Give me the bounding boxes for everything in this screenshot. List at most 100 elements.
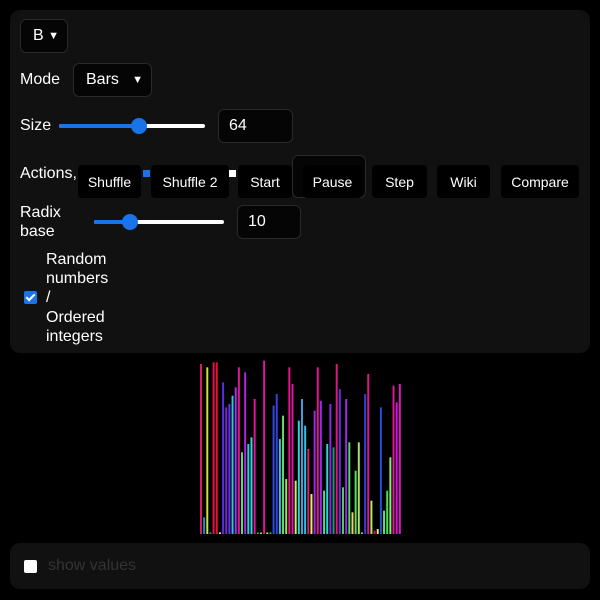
- bar-0: [200, 364, 202, 534]
- radix-input-value: 10: [248, 213, 266, 230]
- bar-63: [398, 384, 401, 534]
- bar-18: [256, 532, 259, 534]
- bar-30: [294, 480, 297, 534]
- radix-label-line2: base: [20, 223, 55, 240]
- bar-42: [332, 447, 335, 534]
- shuffle-button[interactable]: Shuffle: [78, 165, 141, 198]
- bar-55: [373, 530, 376, 534]
- bar-9: [228, 404, 231, 534]
- bar-23: [272, 405, 275, 534]
- actions-label-text: Actions: [20, 165, 73, 182]
- bar-43: [335, 364, 338, 534]
- bar-46: [345, 399, 348, 534]
- start-button[interactable]: Start: [238, 165, 292, 198]
- bar-10: [231, 395, 234, 534]
- bar-13: [241, 452, 243, 534]
- bar-29: [291, 384, 294, 534]
- bar-45: [342, 487, 344, 534]
- algorithm-select[interactable]: B ▼: [20, 19, 68, 53]
- bar-17: [253, 399, 256, 534]
- bar-19: [259, 532, 262, 534]
- bar-57: [379, 407, 382, 534]
- bar-44: [338, 389, 341, 534]
- bar-59: [386, 490, 389, 534]
- mode-label: Mode: [20, 71, 61, 88]
- compare-button[interactable]: Compare: [501, 165, 579, 198]
- bar-52: [364, 394, 367, 534]
- bar-47: [348, 442, 351, 534]
- radix-label-line1: Radix: [20, 204, 61, 221]
- bar-31: [297, 420, 300, 534]
- bar-1: [203, 517, 206, 534]
- random-label-line: Random: [46, 251, 107, 268]
- size-input[interactable]: 64: [218, 109, 293, 143]
- bar-56: [376, 529, 379, 534]
- bar-51: [360, 532, 363, 534]
- bar-3: [209, 532, 212, 534]
- bar-32: [301, 399, 303, 534]
- bar-12: [237, 367, 240, 534]
- bar-14: [244, 372, 247, 534]
- bar-16: [250, 437, 253, 534]
- pause-button[interactable]: Pause: [303, 165, 362, 198]
- shuffle-2-button[interactable]: Shuffle 2: [151, 165, 229, 198]
- bar-6: [218, 532, 221, 534]
- bar-62: [395, 402, 398, 534]
- slider-thumb[interactable]: [122, 214, 139, 230]
- bar-24: [275, 394, 278, 534]
- bar-36: [313, 410, 316, 534]
- wiki-button[interactable]: Wiki: [437, 165, 490, 198]
- bar-34: [307, 449, 310, 534]
- bar-7: [222, 382, 225, 534]
- mode-select[interactable]: Bars ▼: [73, 63, 152, 97]
- show-values-label: show values: [48, 557, 137, 574]
- radix-base-label: Radix base: [20, 203, 61, 241]
- mode-selected-value: Bars: [86, 71, 119, 88]
- bar-11: [234, 387, 237, 534]
- bar-21: [266, 532, 269, 534]
- actions-label: Actions,: [20, 165, 77, 182]
- bar-26: [282, 415, 285, 534]
- random-numbers-label: Random numbers / Ordered integers: [46, 250, 126, 346]
- bar-54: [370, 500, 373, 534]
- random-label-line: numbers: [46, 270, 109, 288]
- bar-2: [206, 367, 209, 534]
- bar-39: [323, 490, 326, 534]
- bar-5: [215, 362, 218, 534]
- algorithm-selected-value: B: [33, 27, 44, 44]
- white-marker-icon: [229, 170, 236, 177]
- chevron-down-icon: ▼: [48, 30, 59, 42]
- bar-28: [288, 367, 291, 534]
- bar-15: [247, 444, 250, 534]
- bar-58: [383, 510, 386, 534]
- bar-8: [225, 407, 228, 534]
- bar-50: [357, 442, 360, 534]
- radix-slider[interactable]: [94, 214, 224, 230]
- size-label: Size: [20, 117, 52, 134]
- chevron-down-icon: ▼: [132, 74, 143, 86]
- bar-22: [269, 532, 272, 534]
- blue-marker-icon: [143, 170, 150, 177]
- bar-27: [285, 479, 288, 534]
- bar-53: [367, 374, 370, 534]
- bar-25: [278, 439, 281, 534]
- show-values-checkbox[interactable]: [24, 560, 37, 573]
- random-label-line: /: [46, 289, 51, 307]
- random-numbers-checkbox[interactable]: [24, 291, 37, 304]
- size-slider[interactable]: [59, 118, 205, 134]
- size-input-value: 64: [229, 117, 247, 134]
- bar-38: [319, 400, 322, 534]
- slider-fill: [59, 124, 140, 128]
- random-label-line: integers: [46, 327, 103, 345]
- bar-49: [354, 470, 357, 534]
- slider-thumb[interactable]: [131, 118, 148, 134]
- step-button[interactable]: Step: [372, 165, 427, 198]
- bar-61: [392, 385, 395, 534]
- bar-41: [329, 404, 332, 534]
- random-label-line: Ordered: [46, 308, 105, 326]
- bar-33: [304, 425, 307, 534]
- radix-input[interactable]: 10: [237, 205, 301, 239]
- bar-37: [316, 367, 319, 534]
- bar-35: [310, 494, 313, 534]
- bar-40: [326, 444, 329, 534]
